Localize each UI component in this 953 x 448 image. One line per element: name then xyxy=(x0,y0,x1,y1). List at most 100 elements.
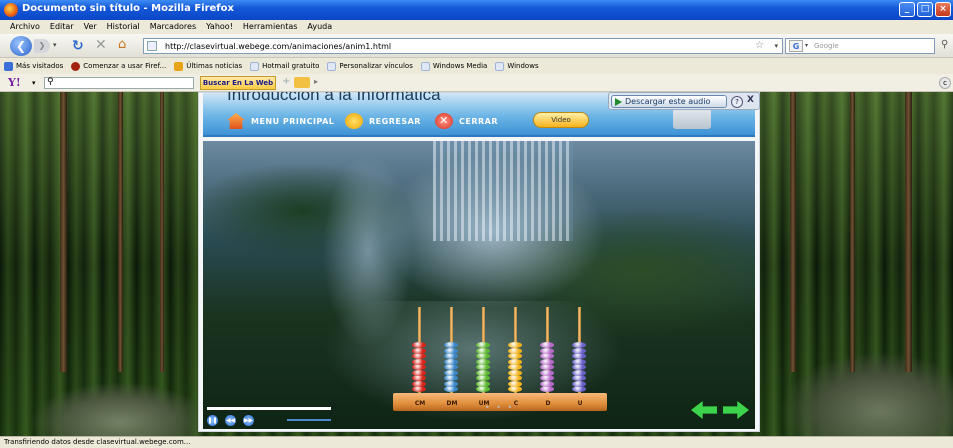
stop-icon[interactable]: ✕ xyxy=(95,37,107,53)
abacus-bead[interactable] xyxy=(476,353,490,359)
abacus-bead[interactable] xyxy=(476,364,490,370)
menu-marcadores[interactable]: Marcadores xyxy=(145,20,201,34)
reload-icon[interactable]: ↻ xyxy=(72,38,84,54)
abacus-bead[interactable] xyxy=(572,364,586,370)
forward-button-media[interactable]: ▶▶ xyxy=(243,415,254,426)
menu-principal-button[interactable]: MENU PRINCIPAL xyxy=(227,113,334,129)
menu-editar[interactable]: Editar xyxy=(45,20,79,34)
abacus-bead[interactable] xyxy=(540,369,554,376)
abacus-bead[interactable] xyxy=(444,342,458,348)
yahoo-search-button[interactable]: Buscar En La Web xyxy=(200,76,276,90)
search-box[interactable]: G ▾ Google xyxy=(785,38,935,54)
abacus-bead[interactable] xyxy=(540,347,554,354)
menu-ver[interactable]: Ver xyxy=(79,20,102,34)
close-window-button[interactable]: × xyxy=(935,2,951,17)
abacus-bead[interactable] xyxy=(572,386,586,392)
abacus-bead[interactable] xyxy=(508,358,522,365)
help-icon[interactable]: ? xyxy=(731,96,743,108)
bookmark-comenzar[interactable]: Comenzar a usar Firef... xyxy=(71,61,166,71)
abacus-bead[interactable] xyxy=(508,386,522,392)
abacus-bead[interactable] xyxy=(508,369,522,376)
folder-icon[interactable] xyxy=(294,77,310,88)
maximize-button[interactable]: □ xyxy=(917,2,933,17)
abacus-bead[interactable] xyxy=(476,347,490,354)
abacus-bead[interactable] xyxy=(412,375,426,381)
abacus-bead[interactable] xyxy=(444,347,458,354)
abacus-bead[interactable] xyxy=(572,342,586,348)
abacus-bead[interactable] xyxy=(508,353,522,359)
abacus-bead[interactable] xyxy=(444,369,458,376)
download-audio-button[interactable]: Descargar este audio xyxy=(611,95,727,108)
abacus-bead[interactable] xyxy=(508,375,522,381)
bookmark-windows-media[interactable]: Windows Media xyxy=(420,61,487,71)
abacus-bead[interactable] xyxy=(572,347,586,354)
abacus-bead[interactable] xyxy=(444,386,458,392)
abacus-bead[interactable] xyxy=(540,342,554,348)
abacus-bead[interactable] xyxy=(508,380,522,387)
abacus-bead[interactable] xyxy=(412,380,426,387)
bookmark-star-icon[interactable]: ☆ xyxy=(755,40,764,51)
abacus-bead[interactable] xyxy=(476,375,490,381)
yahoo-dropdown-icon[interactable]: ▾ xyxy=(32,79,36,87)
abacus-bead[interactable] xyxy=(572,375,586,381)
close-icon[interactable]: X xyxy=(747,95,754,105)
abacus-bead[interactable] xyxy=(572,369,586,376)
next-arrow-icon[interactable] xyxy=(723,401,749,419)
abacus-bead[interactable] xyxy=(476,380,490,387)
abacus-bead[interactable] xyxy=(412,358,426,365)
abacus-bead[interactable] xyxy=(572,358,586,365)
abacus-bead[interactable] xyxy=(572,353,586,359)
abacus-bead[interactable] xyxy=(444,375,458,381)
menu-yahoo[interactable]: Yahoo! xyxy=(201,20,238,34)
abacus-bead[interactable] xyxy=(540,364,554,370)
history-dropdown-icon[interactable]: ▾ xyxy=(53,41,57,49)
abacus-bead[interactable] xyxy=(412,364,426,370)
bookmark-mas-visitados[interactable]: Más visitados xyxy=(4,61,63,71)
abacus-bead[interactable] xyxy=(476,342,490,348)
abacus-bead[interactable] xyxy=(476,358,490,365)
forward-button[interactable]: ❯ xyxy=(34,39,50,53)
regresar-button[interactable]: REGRESAR xyxy=(345,113,421,129)
abacus-bead[interactable] xyxy=(412,386,426,392)
menu-archivo[interactable]: Archivo xyxy=(5,20,45,34)
menu-historial[interactable]: Historial xyxy=(102,20,145,34)
abacus-bead[interactable] xyxy=(476,369,490,376)
abacus-bead[interactable] xyxy=(540,358,554,365)
yahoo-search-input[interactable]: ⚲ xyxy=(44,77,194,89)
previous-arrow-icon[interactable] xyxy=(691,401,717,419)
abacus-bead[interactable] xyxy=(412,369,426,376)
search-engine-icon[interactable]: G xyxy=(789,40,803,52)
menu-herramientas[interactable]: Herramientas xyxy=(238,20,303,34)
bookmark-personalizar[interactable]: Personalizar vínculos xyxy=(327,61,413,71)
bookmark-ultimas-noticias[interactable]: Últimas noticias xyxy=(174,61,242,71)
back-button[interactable]: ❮ xyxy=(10,36,32,56)
menu-ayuda[interactable]: Ayuda xyxy=(302,20,337,34)
abacus-bead[interactable] xyxy=(540,386,554,392)
abacus-bead[interactable] xyxy=(476,386,490,392)
abacus-bead[interactable] xyxy=(412,353,426,359)
abacus-bead[interactable] xyxy=(572,380,586,387)
abacus-bead[interactable] xyxy=(412,347,426,354)
abacus-bead[interactable] xyxy=(508,342,522,348)
minimize-button[interactable]: _ xyxy=(899,2,915,17)
search-icon[interactable]: ⚲ xyxy=(941,39,948,50)
seek-bar[interactable] xyxy=(207,407,331,410)
bookmark-hotmail[interactable]: Hotmail gratuito xyxy=(250,61,319,71)
abacus-bead[interactable] xyxy=(540,353,554,359)
url-text[interactable]: http://clasevirtual.webege.com/animacion… xyxy=(165,42,391,51)
bookmark-windows[interactable]: Windows xyxy=(495,61,539,71)
home-icon[interactable]: ⌂ xyxy=(118,37,126,52)
abacus-bead[interactable] xyxy=(540,380,554,387)
video-button[interactable]: Video xyxy=(533,112,589,128)
rewind-button[interactable]: ◀◀ xyxy=(225,415,236,426)
pause-button[interactable]: ❚❚ xyxy=(207,415,218,426)
abacus-bead[interactable] xyxy=(444,380,458,387)
volume-slider[interactable] xyxy=(287,419,331,421)
add-icon[interactable]: + xyxy=(282,76,290,87)
search-engine-dropdown-icon[interactable]: ▾ xyxy=(805,42,808,49)
abacus-bead[interactable] xyxy=(444,358,458,365)
chevron-right-icon[interactable]: ▸ xyxy=(314,77,318,86)
cerrar-button[interactable]: ✕ CERRAR xyxy=(435,113,498,129)
address-bar[interactable]: http://clasevirtual.webege.com/animacion… xyxy=(143,38,783,54)
toolbar-options-icon[interactable]: c xyxy=(939,77,951,89)
